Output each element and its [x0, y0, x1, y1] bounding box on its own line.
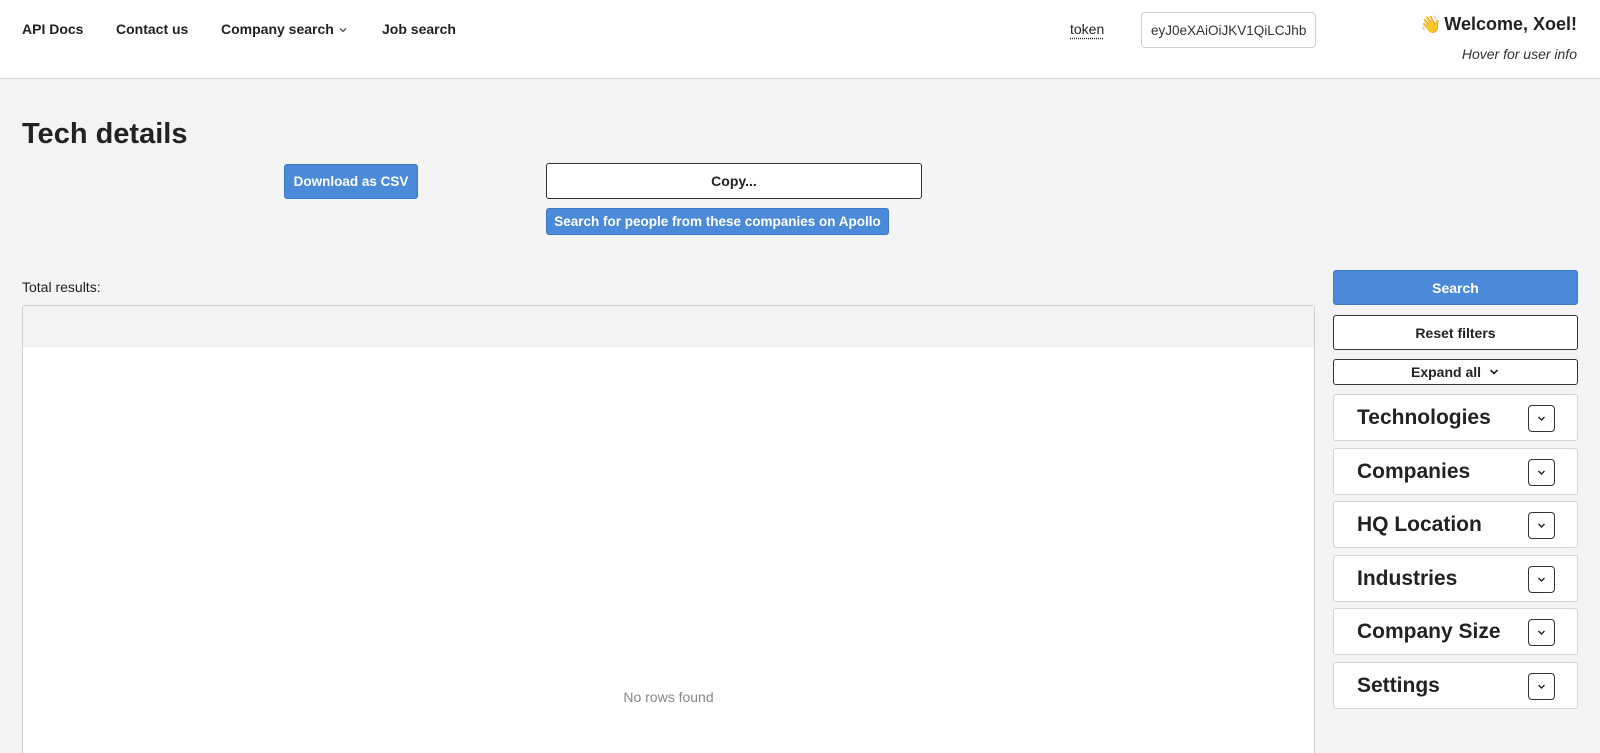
- user-info-hint: Hover for user info: [1461, 46, 1577, 62]
- filter-section-title: Technologies: [1357, 406, 1491, 429]
- results-grid[interactable]: No rows found: [22, 305, 1315, 753]
- expand-toggle-button[interactable]: [1528, 512, 1555, 539]
- no-rows-message: No rows found: [623, 689, 714, 705]
- chevron-down-icon: [1538, 577, 1545, 582]
- filter-section-company-size[interactable]: Company Size: [1333, 608, 1578, 655]
- expand-toggle-button[interactable]: [1528, 619, 1555, 646]
- chevron-down-icon: [1538, 523, 1545, 528]
- filter-section-title: Industries: [1357, 567, 1458, 590]
- chevron-down-icon: [1488, 366, 1500, 378]
- apollo-search-button[interactable]: Search for people from these companies o…: [546, 208, 889, 235]
- total-results-label: Total results:: [22, 279, 101, 295]
- nav-contact-us[interactable]: Contact us: [116, 21, 188, 37]
- waving-hand-icon: 👋: [1420, 15, 1442, 34]
- expand-toggle-button[interactable]: [1528, 405, 1555, 432]
- nav-job-search[interactable]: Job search: [382, 21, 456, 37]
- chevron-down-icon: [1538, 470, 1545, 475]
- chevron-down-icon: [1538, 630, 1545, 635]
- token-input[interactable]: [1141, 12, 1316, 48]
- chevron-down-icon: [1538, 416, 1545, 421]
- filter-section-title: Settings: [1357, 674, 1440, 697]
- filter-section-hq-location[interactable]: HQ Location: [1333, 501, 1578, 548]
- filter-section-companies[interactable]: Companies: [1333, 448, 1578, 495]
- expand-all-button[interactable]: Expand all: [1333, 359, 1578, 385]
- token-label: token: [1070, 21, 1105, 37]
- expand-toggle-button[interactable]: [1528, 673, 1555, 700]
- chevron-down-icon: [1538, 684, 1545, 689]
- expand-toggle-button[interactable]: [1528, 566, 1555, 593]
- page-title: Tech details: [22, 118, 188, 150]
- filter-section-industries[interactable]: Industries: [1333, 555, 1578, 602]
- grid-header: [23, 306, 1314, 347]
- nav-api-docs[interactable]: API Docs: [22, 21, 83, 37]
- welcome-message[interactable]: 👋 Welcome, Xoel!: [1420, 14, 1577, 35]
- filter-section-title: HQ Location: [1357, 513, 1482, 536]
- filter-section-title: Companies: [1357, 460, 1471, 483]
- expand-toggle-button[interactable]: [1528, 459, 1555, 486]
- copy-button[interactable]: Copy...: [546, 163, 922, 199]
- filter-section-settings[interactable]: Settings: [1333, 662, 1578, 709]
- top-nav-bar: API Docs Contact us Company search Job s…: [0, 0, 1600, 79]
- nav-company-search-label: Company search: [221, 21, 334, 37]
- expand-all-label: Expand all: [1410, 364, 1482, 380]
- filter-section-technologies[interactable]: Technologies: [1333, 394, 1578, 441]
- chevron-down-icon: [338, 22, 348, 38]
- welcome-text: Welcome, Xoel!: [1444, 14, 1577, 34]
- search-button[interactable]: Search: [1333, 270, 1578, 305]
- download-csv-button[interactable]: Download as CSV: [284, 164, 418, 199]
- filter-section-title: Company Size: [1357, 620, 1501, 643]
- nav-company-search[interactable]: Company search: [221, 21, 348, 38]
- reset-filters-button[interactable]: Reset filters: [1333, 315, 1578, 350]
